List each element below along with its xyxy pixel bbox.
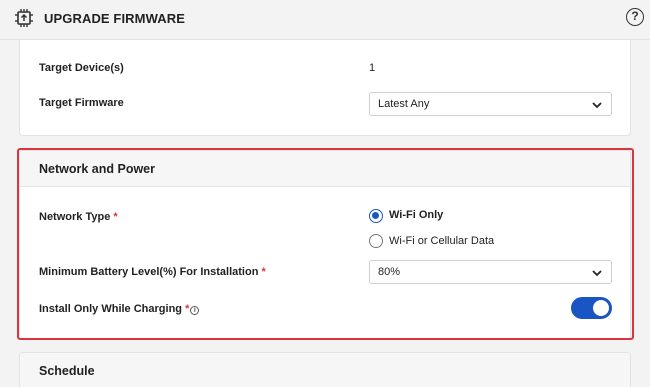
charging-label: Install Only While Charging * i bbox=[39, 303, 200, 315]
charging-toggle[interactable] bbox=[571, 297, 612, 319]
radio-wifi-only-label[interactable]: Wi-Fi Only bbox=[389, 209, 443, 221]
schedule-card: Schedule bbox=[19, 352, 631, 387]
network-power-header: Network and Power bbox=[20, 151, 630, 187]
network-type-label: Network Type * bbox=[39, 211, 118, 223]
target-firmware-select[interactable]: Latest Any bbox=[369, 92, 612, 116]
battery-level-label: Minimum Battery Level(%) For Installatio… bbox=[39, 266, 266, 278]
schedule-header[interactable]: Schedule bbox=[20, 353, 630, 387]
target-card: Target Device(s) 1 Target Firmware Lates… bbox=[19, 40, 631, 136]
target-devices-value: 1 bbox=[369, 62, 376, 74]
radio-wifi-cellular-label[interactable]: Wi-Fi or Cellular Data bbox=[389, 235, 494, 247]
target-firmware-label: Target Firmware bbox=[39, 97, 124, 109]
battery-level-select[interactable]: 80% bbox=[369, 260, 612, 284]
dialog-header: UPGRADE FIRMWARE ? bbox=[0, 0, 650, 40]
page-title: UPGRADE FIRMWARE bbox=[44, 11, 185, 26]
schedule-title: Schedule bbox=[39, 364, 95, 378]
radio-wifi-only[interactable] bbox=[369, 209, 383, 223]
chevron-down-icon bbox=[592, 270, 602, 277]
info-icon[interactable]: i bbox=[190, 306, 200, 315]
target-devices-label: Target Device(s) bbox=[39, 62, 124, 74]
toggle-knob bbox=[593, 300, 609, 316]
network-power-title: Network and Power bbox=[39, 162, 155, 176]
chevron-down-icon bbox=[592, 102, 602, 109]
radio-wifi-cellular[interactable] bbox=[369, 234, 383, 248]
battery-level-value: 80% bbox=[378, 266, 401, 278]
target-firmware-value: Latest Any bbox=[378, 98, 430, 110]
question-circle-icon[interactable]: ? bbox=[626, 8, 644, 26]
network-power-card: Network and Power Network Type * Wi-Fi O… bbox=[19, 150, 631, 340]
firmware-chip-icon bbox=[15, 9, 33, 27]
